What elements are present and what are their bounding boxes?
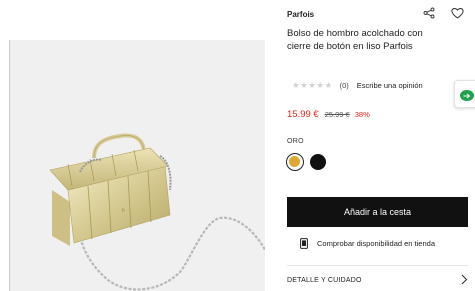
share-button[interactable]: [419, 3, 439, 23]
color-swatch-black[interactable]: [309, 153, 327, 171]
original-price: 25.99 €: [324, 110, 350, 119]
write-review-link[interactable]: Escribe una opinión: [357, 81, 423, 90]
heart-icon: [450, 7, 464, 19]
phone-icon: [300, 238, 308, 249]
price-row: 15.99 € 25.99 € 38%: [287, 109, 370, 120]
add-to-cart-button[interactable]: Añadir a la cesta: [287, 197, 468, 227]
details-label: DETALLE Y CUIDADO: [287, 277, 362, 284]
product-image[interactable]: P: [10, 40, 265, 291]
rating-row: ★★★★★ (0) Escribe una opinión: [292, 80, 423, 91]
share-icon: [423, 7, 435, 19]
favorite-button[interactable]: [447, 3, 467, 23]
store-availability-link[interactable]: Comprobar disponibilidad en tienda: [300, 238, 435, 249]
store-availability-label: Comprobar disponibilidad en tienda: [317, 239, 435, 248]
chevron-right-icon: [461, 274, 468, 287]
divider: [287, 265, 468, 266]
discount-percent: 38%: [354, 110, 370, 119]
product-title: Bolso de hombro acolchado con cierre de …: [287, 28, 423, 52]
rating-stars: ★★★★★: [292, 80, 333, 90]
current-price: 15.99 €: [287, 109, 319, 120]
brand-name[interactable]: Parfois: [287, 10, 314, 19]
color-label: ORO: [287, 138, 304, 145]
chat-widget[interactable]: [454, 80, 475, 108]
details-and-care-accordion[interactable]: DETALLE Y CUIDADO: [287, 274, 468, 287]
bag-illustration: P: [49, 133, 265, 291]
chat-icon: [460, 90, 474, 101]
svg-text:P: P: [122, 209, 125, 214]
rating-count: (0): [339, 81, 349, 90]
color-swatch-gold[interactable]: [286, 153, 304, 171]
left-edge: [0, 0, 9, 291]
